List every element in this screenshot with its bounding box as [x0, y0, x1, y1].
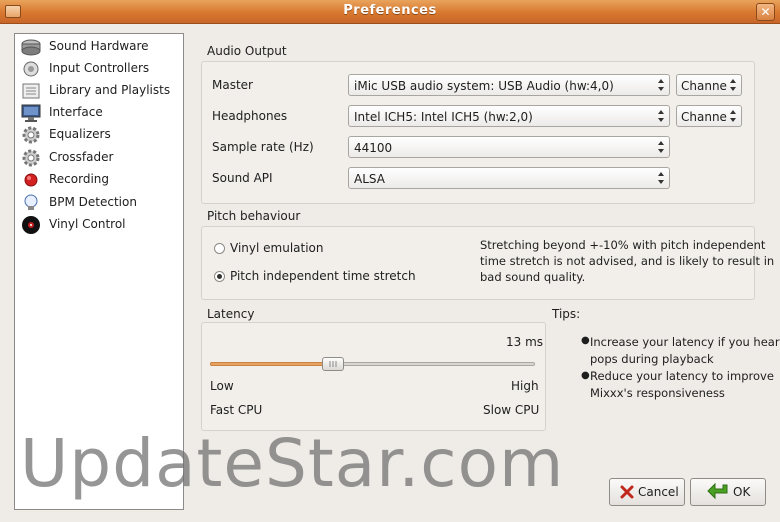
close-button[interactable]: ✕: [756, 3, 775, 21]
fast-cpu-label: Fast CPU: [210, 403, 263, 417]
pitch-stretch-label[interactable]: Pitch independent time stretch: [230, 269, 416, 283]
updown-arrow-icon: [730, 79, 736, 91]
pitch-stretch-radio[interactable]: [214, 271, 225, 282]
vinyl-emulation-label[interactable]: Vinyl emulation: [230, 241, 324, 255]
headphones-channel-value: Channe: [681, 110, 727, 124]
sidebar-item-input-controllers[interactable]: Input Controllers: [19, 58, 179, 80]
master-label: Master: [212, 78, 253, 92]
pitch-title: Pitch behaviour: [207, 209, 301, 223]
sidebar-item-equalizers[interactable]: Equalizers: [19, 124, 179, 146]
monitor-icon: [21, 104, 41, 122]
controller-icon: [23, 61, 39, 77]
master-device-select[interactable]: iMic USB audio system: USB Audio (hw:4,0…: [348, 74, 670, 96]
sidebar-item-interface[interactable]: Interface: [19, 102, 179, 124]
sidebar-item-label: Vinyl Control: [49, 217, 126, 231]
latency-low-label: Low: [210, 379, 234, 393]
sound-api-value: ALSA: [354, 172, 385, 186]
ok-button[interactable]: OK: [690, 478, 766, 506]
slider-thumb[interactable]: [322, 357, 344, 371]
cancel-button[interactable]: Cancel: [609, 478, 685, 506]
pitch-note-line2: time stretch is not advised, and is like…: [480, 254, 775, 268]
latency-slider[interactable]: [210, 357, 535, 371]
updown-arrow-icon: [658, 172, 664, 184]
slider-fill: [210, 362, 333, 366]
headphones-label: Headphones: [212, 109, 288, 123]
latency-title: Latency: [207, 307, 255, 321]
record-icon: [24, 173, 38, 187]
speaker-icon: [21, 39, 41, 56]
bulb-icon: [24, 194, 38, 210]
audio-output-title: Audio Output: [207, 44, 287, 58]
updown-arrow-icon: [658, 110, 664, 122]
updown-arrow-icon: [658, 79, 664, 91]
sidebar-item-bpm-detection[interactable]: BPM Detection: [19, 192, 179, 214]
sidebar-item-library[interactable]: Library and Playlists: [19, 80, 179, 102]
vinyl-emulation-radio[interactable]: [214, 243, 225, 254]
cancel-button-label: Cancel: [638, 485, 679, 499]
sample-rate-value: 44100: [354, 141, 393, 155]
library-icon: [22, 83, 40, 99]
ok-button-label: OK: [733, 485, 751, 499]
close-icon: ✕: [760, 5, 771, 19]
vinyl-icon: [22, 216, 40, 234]
tip2-line2: Mixxx's responsiveness: [590, 386, 725, 400]
sound-api-label: Sound API: [212, 171, 273, 185]
master-channel-value: Channe: [681, 79, 727, 93]
headphones-device-select[interactable]: Intel ICH5: Intel ICH5 (hw:2,0): [348, 105, 670, 127]
sound-api-select[interactable]: ALSA: [348, 167, 670, 189]
sidebar-item-label: Crossfader: [49, 150, 114, 164]
tips-title: Tips:: [552, 307, 581, 321]
sidebar-item-label: Library and Playlists: [49, 83, 171, 97]
sidebar-item-recording[interactable]: Recording: [19, 169, 179, 191]
sidebar-item-label: BPM Detection: [49, 195, 137, 209]
sidebar-item-label: Input Controllers: [49, 61, 150, 75]
tip1-line2: pops during playback: [590, 352, 714, 366]
watermark: UpdateStar.com: [20, 425, 565, 502]
cancel-x-icon: [620, 485, 634, 499]
window-title: Preferences: [343, 3, 437, 18]
updown-arrow-icon: [658, 141, 664, 153]
master-device-value: iMic USB audio system: USB Audio (hw:4,0…: [354, 79, 614, 93]
pitch-note-line3: bad sound quality.: [480, 270, 586, 284]
tip2-line1: Reduce your latency to improve: [590, 369, 774, 383]
tip1-line1: Increase your latency if you hear: [590, 335, 780, 349]
slow-cpu-label: Slow CPU: [483, 403, 540, 417]
sidebar-item-label: Interface: [49, 105, 103, 119]
gear-icon: [22, 126, 40, 144]
latency-value: 13 ms: [506, 335, 544, 349]
sidebar-item-crossfader[interactable]: Crossfader: [19, 147, 179, 169]
headphones-device-value: Intel ICH5: Intel ICH5 (hw:2,0): [354, 110, 533, 124]
latency-high-label: High: [511, 379, 539, 393]
sidebar-item-label: Equalizers: [49, 127, 111, 141]
sample-rate-label: Sample rate (Hz): [212, 140, 314, 154]
sidebar-item-sound-hardware[interactable]: Sound Hardware: [19, 36, 179, 58]
sample-rate-select[interactable]: 44100: [348, 136, 670, 158]
pitch-note-line1: Stretching beyond +-10% with pitch indep…: [480, 238, 766, 252]
grip-icon: [329, 361, 337, 367]
sidebar-item-label: Sound Hardware: [49, 39, 149, 53]
gear-icon: [22, 149, 40, 167]
ok-arrow-icon: [707, 483, 728, 500]
title-bar: Preferences ✕: [0, 0, 780, 24]
updown-arrow-icon: [730, 110, 736, 122]
headphones-channel-select[interactable]: Channe: [676, 105, 742, 127]
bullet-icon: ●: [581, 335, 590, 346]
sidebar-item-vinyl-control[interactable]: Vinyl Control: [19, 214, 179, 236]
bullet-icon: ●: [581, 370, 590, 381]
sidebar-item-label: Recording: [49, 172, 110, 186]
master-channel-select[interactable]: Channe: [676, 74, 742, 96]
